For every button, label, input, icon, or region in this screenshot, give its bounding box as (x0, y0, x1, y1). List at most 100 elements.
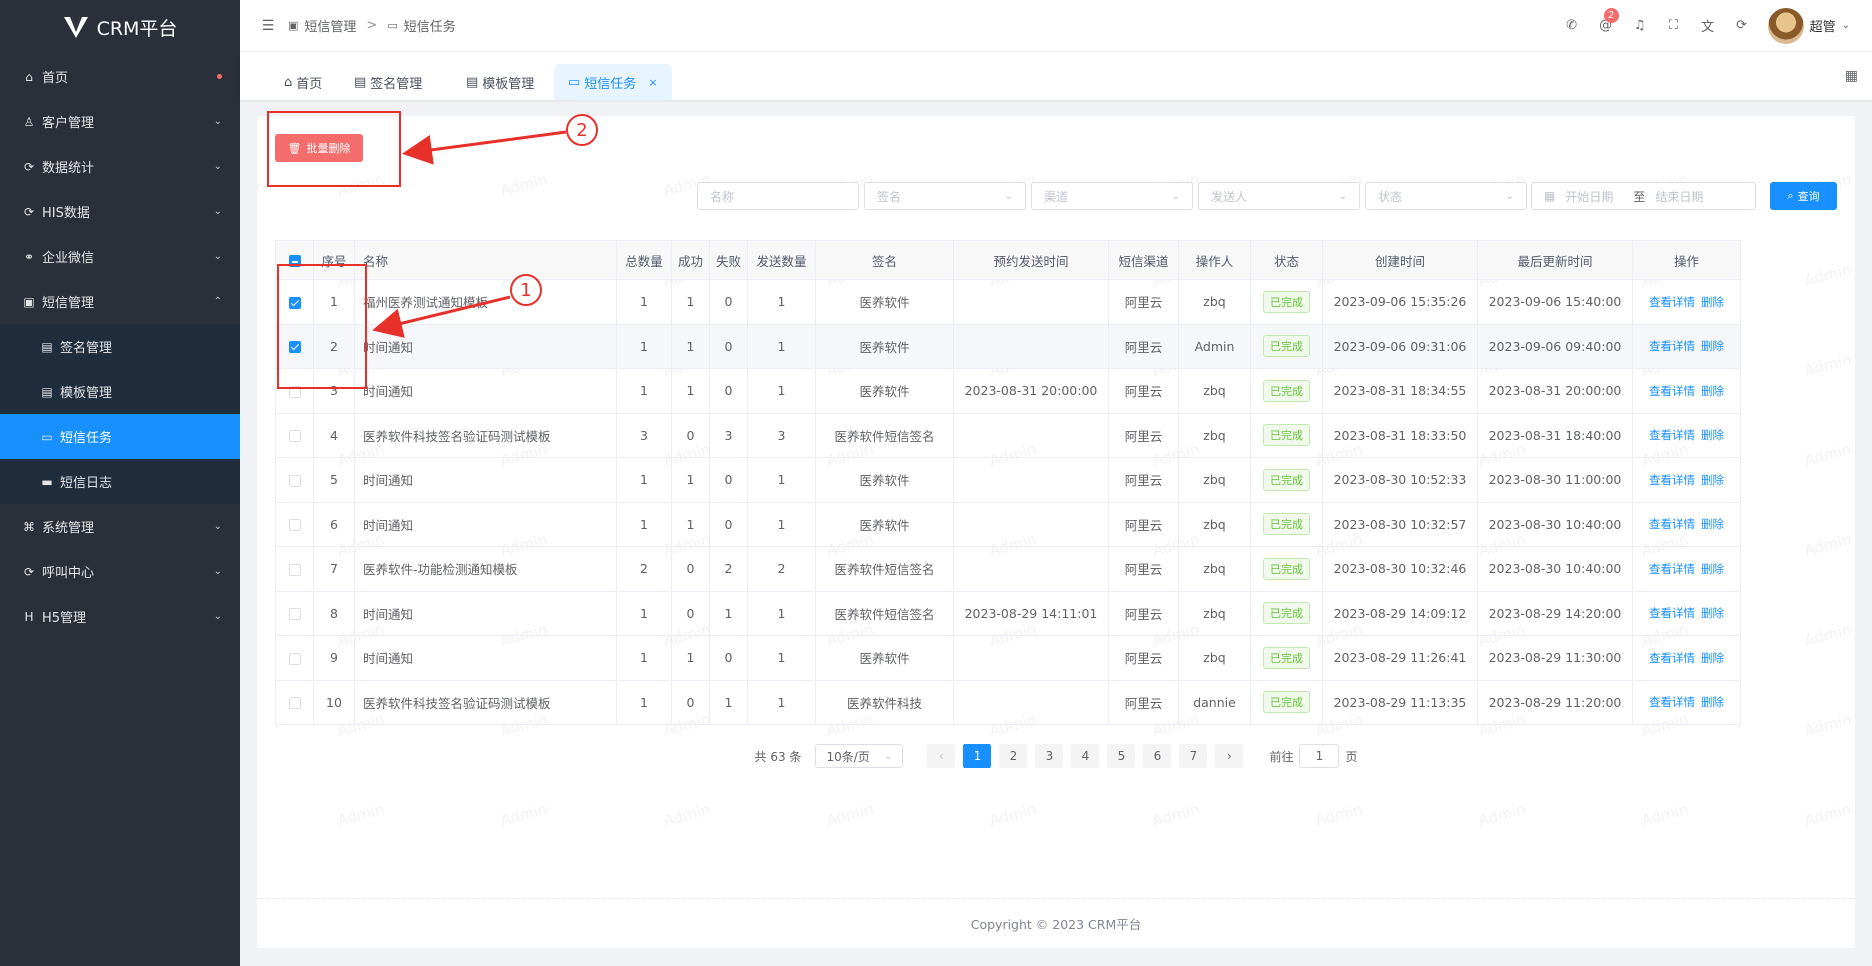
status-badge: 已完成 (1263, 290, 1310, 313)
row-select-cell[interactable] (275, 635, 314, 681)
chevron-down-icon: ⌄ (1171, 190, 1180, 202)
view-details-link[interactable]: 查看详情 (1649, 473, 1695, 487)
avatar[interactable] (1767, 7, 1804, 44)
row-select-cell[interactable] (275, 457, 314, 503)
sender-placeholder: 发送人 (1211, 189, 1248, 204)
sidebar-item[interactable]: ⌘ 系统管理 ⌄ (0, 504, 240, 549)
sidebar-item[interactable]: ▬ 短信日志 (0, 459, 240, 504)
sidebar-item[interactable]: ♙ 客户管理 ⌄ (0, 99, 240, 144)
view-details-link[interactable]: 查看详情 (1649, 695, 1695, 709)
tab-template[interactable]: ▤ 模板管理 (452, 64, 548, 100)
page-number-button[interactable]: 7 (1179, 744, 1208, 768)
sidebar: CRM平台 ⌂ 首页 ♙ 客户管理 ⌄ ⟳ 数据统计 ⌄ ⟳ HIS数据 ⌄ ⚭ 企业微信 ⌄ ▣ 短信管理 ⌃… (0, 0, 240, 966)
sidebar-item[interactable]: ⟳ 数据统计 ⌄ (0, 144, 240, 189)
cell-operator: zbq (1178, 368, 1251, 414)
at-icon[interactable]: @2 (1598, 8, 1619, 33)
next-page-button[interactable]: › (1215, 744, 1244, 768)
date-range-picker[interactable]: ▦ 开始日期 至 结束日期 (1531, 182, 1756, 210)
table-row[interactable]: 8 时间通知 1 0 1 1 医养软件短信签名 2023-08-29 14:11:01 阿里云 z… (275, 590, 1741, 636)
sidebar-item[interactable]: ⌂ 首页 (0, 54, 240, 99)
page-number-button[interactable]: 4 (1071, 744, 1100, 768)
tab-signature[interactable]: ▤ 签名管理 (340, 64, 436, 100)
table-row[interactable]: 10 医养软件科技签名验证码测试模板 1 0 1 1 医养软件科技 阿里云 dannie 已完成 2… (275, 679, 1741, 725)
refresh-icon[interactable]: ⟳ (1734, 18, 1750, 33)
brand[interactable]: CRM平台 (0, 0, 240, 54)
sidebar-item[interactable]: H H5管理 ⌄ (0, 594, 240, 639)
view-details-link[interactable]: 查看详情 (1649, 384, 1695, 398)
language-icon[interactable]: 文 (1700, 16, 1716, 35)
view-details-link[interactable]: 查看详情 (1649, 606, 1695, 620)
breadcrumb-item[interactable]: 短信管理 (304, 16, 356, 35)
status-select[interactable]: 状态 ⌄ (1365, 182, 1527, 210)
row-select-cell[interactable] (275, 546, 314, 592)
page-number-button[interactable]: 2 (999, 744, 1028, 768)
table-row[interactable]: 1 福州医养测试通知模板 1 1 0 1 医养软件 阿里云 zbq 已完成 2023-09-06 1… (275, 279, 1741, 325)
sidebar-item[interactable]: ⟳ HIS数据 ⌄ (0, 189, 240, 234)
page-number-button[interactable]: 1 (963, 744, 992, 768)
table-row[interactable]: 5 时间通知 1 1 0 1 医养软件 阿里云 zbq 已完成 2023-08-30 10:52:3… (275, 457, 1741, 503)
table-row[interactable]: 7 医养软件-功能检测通知模板 2 0 2 2 医养软件短信签名 阿里云 zbq 已完成 2023-… (275, 546, 1741, 592)
delete-link[interactable]: 删除 (1701, 384, 1724, 398)
sidebar-item[interactable]: ▤ 签名管理 (0, 324, 240, 369)
sidebar-item[interactable]: ▤ 模板管理 (0, 369, 240, 414)
signature-select[interactable]: 签名 ⌄ (864, 182, 1026, 210)
row-checkbox[interactable] (288, 474, 301, 487)
row-checkbox[interactable] (288, 430, 301, 443)
row-checkbox[interactable] (288, 563, 301, 576)
row-select-cell[interactable] (275, 501, 314, 547)
page-number-button[interactable]: 3 (1035, 744, 1064, 768)
collapse-menu-icon[interactable]: ☰ (248, 18, 288, 34)
bell-icon[interactable]: ♫ (1632, 18, 1648, 33)
goto-page-input[interactable]: 1 (1299, 744, 1340, 768)
table-row[interactable]: 4 医养软件科技签名验证码测试模板 3 0 3 3 医养软件短信签名 阿里云 zbq 已完成 202… (275, 412, 1741, 458)
delete-link[interactable]: 删除 (1701, 606, 1724, 620)
sender-select[interactable]: 发送人 ⌄ (1198, 182, 1360, 210)
row-select-cell[interactable] (275, 679, 314, 725)
sidebar-item[interactable]: ⚭ 企业微信 ⌄ (0, 234, 240, 279)
table-row[interactable]: 3 时间通知 1 1 0 1 医养软件 2023-08-31 20:00:00 阿里云 zbq 已完… (275, 368, 1741, 414)
tab-sms-task[interactable]: ▭ 短信任务 × (554, 64, 672, 100)
grid-icon[interactable]: ▦ (1845, 68, 1858, 84)
tab-home[interactable]: ⌂ 首页 (270, 64, 336, 100)
table-row[interactable]: 6 时间通知 1 1 0 1 医养软件 阿里云 zbq 已完成 2023-08-30 10:32:5… (275, 501, 1741, 547)
view-details-link[interactable]: 查看详情 (1649, 517, 1695, 531)
page-size-select[interactable]: 10条/页 ⌄ (815, 744, 904, 768)
view-details-link[interactable]: 查看详情 (1649, 562, 1695, 576)
table-row[interactable]: 9 时间通知 1 1 0 1 医养软件 阿里云 zbq 已完成 2023-08-29 11:26:4… (275, 635, 1741, 681)
row-select-cell[interactable] (275, 590, 314, 636)
view-details-link[interactable]: 查看详情 (1649, 651, 1695, 665)
cell-fail: 0 (709, 323, 748, 369)
cell-sent: 1 (747, 501, 816, 547)
fullscreen-icon[interactable]: ⛶ (1666, 18, 1682, 33)
delete-link[interactable]: 删除 (1701, 695, 1724, 709)
view-details-link[interactable]: 查看详情 (1649, 428, 1695, 442)
prev-page-button[interactable]: ‹ (927, 744, 956, 768)
user-menu[interactable]: 超管 ⌄ (1767, 7, 1850, 44)
delete-link[interactable]: 删除 (1701, 562, 1724, 576)
row-checkbox[interactable] (288, 652, 301, 665)
delete-link[interactable]: 删除 (1701, 295, 1724, 309)
page-number-button[interactable]: 5 (1107, 744, 1136, 768)
view-details-link[interactable]: 查看详情 (1649, 339, 1695, 353)
row-checkbox[interactable] (288, 519, 301, 532)
delete-link[interactable]: 删除 (1701, 428, 1724, 442)
delete-link[interactable]: 删除 (1701, 651, 1724, 665)
search-button[interactable]: ⌕ 查询 (1770, 182, 1837, 210)
name-input[interactable]: 名称 (697, 182, 859, 210)
delete-link[interactable]: 删除 (1701, 473, 1724, 487)
cell-sent: 2 (747, 546, 816, 592)
channel-select[interactable]: 渠道 ⌄ (1031, 182, 1193, 210)
row-checkbox[interactable] (288, 608, 301, 621)
delete-link[interactable]: 删除 (1701, 339, 1724, 353)
sidebar-item[interactable]: ▭ 短信任务 (0, 414, 240, 459)
close-icon[interactable]: × (648, 76, 657, 89)
phone-icon[interactable]: ✆ (1564, 18, 1580, 33)
view-details-link[interactable]: 查看详情 (1649, 295, 1695, 309)
table-row[interactable]: 2 时间通知 1 1 0 1 医养软件 阿里云 Admin 已完成 2023-09-06 09:31… (275, 323, 1741, 369)
sidebar-item[interactable]: ⟳ 呼叫中心 ⌄ (0, 549, 240, 594)
delete-link[interactable]: 删除 (1701, 517, 1724, 531)
row-checkbox[interactable] (288, 697, 301, 710)
sidebar-item[interactable]: ▣ 短信管理 ⌃ (0, 279, 240, 324)
row-select-cell[interactable] (275, 412, 314, 458)
page-number-button[interactable]: 6 (1143, 744, 1172, 768)
